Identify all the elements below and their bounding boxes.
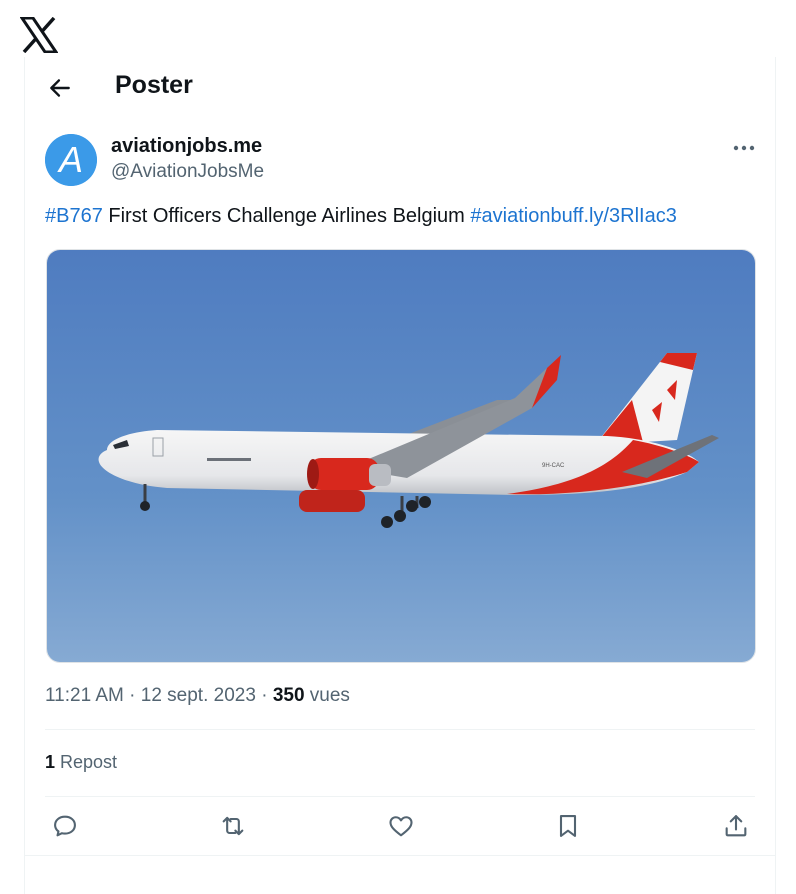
reply-button[interactable]: [51, 812, 79, 840]
hashtag-aviation[interactable]: #aviation: [470, 205, 550, 227]
repost-count-link[interactable]: 1 Repost: [45, 752, 117, 773]
like-button[interactable]: [387, 812, 415, 840]
tweet-date[interactable]: 12 sept. 2023: [141, 685, 256, 706]
views-label: vues: [304, 685, 350, 706]
tweet-meta: 11:21 AM · 12 sept. 2023 · 350 vues: [45, 685, 350, 707]
views-count: 350: [272, 685, 305, 706]
tweet-text: #B767 First Officers Challenge Airlines …: [45, 205, 677, 228]
more-options-icon[interactable]: [731, 137, 757, 159]
meta-separator: ·: [123, 685, 141, 706]
heart-icon: [389, 816, 413, 837]
x-logo-icon[interactable]: [20, 17, 58, 53]
airplane-photo: 9H-CAC: [47, 250, 755, 662]
avatar-letter: A: [57, 139, 83, 180]
bookmark-button[interactable]: [554, 812, 582, 840]
bookmark-icon: [559, 815, 577, 837]
back-arrow-icon[interactable]: [47, 75, 73, 101]
tweet-time[interactable]: 11:21 AM: [45, 685, 124, 706]
divider: [45, 796, 755, 797]
hashtag-b767[interactable]: #B767: [45, 205, 103, 227]
action-bar: [25, 809, 775, 849]
aircraft-registration: 9H-CAC: [542, 463, 565, 469]
tweet-body-text: First Officers Challenge Airlines Belgiu…: [102, 205, 471, 227]
tweet-link[interactable]: buff.ly/3RlIac3: [550, 205, 676, 227]
divider: [45, 729, 755, 730]
share-button[interactable]: [722, 812, 750, 840]
page-header: Poster: [25, 57, 775, 117]
avatar[interactable]: A: [45, 134, 97, 186]
meta-separator: ·: [255, 685, 273, 706]
reply-icon: [54, 815, 76, 837]
author-display-name[interactable]: aviationjobs.me: [111, 135, 262, 158]
main-column: Poster A aviationjobs.me @AviationJobsMe…: [24, 57, 776, 894]
page-title: Poster: [115, 71, 193, 99]
repost-count: 1: [45, 752, 56, 772]
repost-label: Repost: [55, 752, 118, 772]
share-icon: [725, 815, 747, 837]
divider: [25, 855, 775, 856]
repost-icon: [222, 816, 244, 836]
repost-button[interactable]: [219, 812, 247, 840]
author-handle[interactable]: @AviationJobsMe: [111, 161, 264, 183]
tweet-image[interactable]: 9H-CAC: [46, 249, 756, 663]
